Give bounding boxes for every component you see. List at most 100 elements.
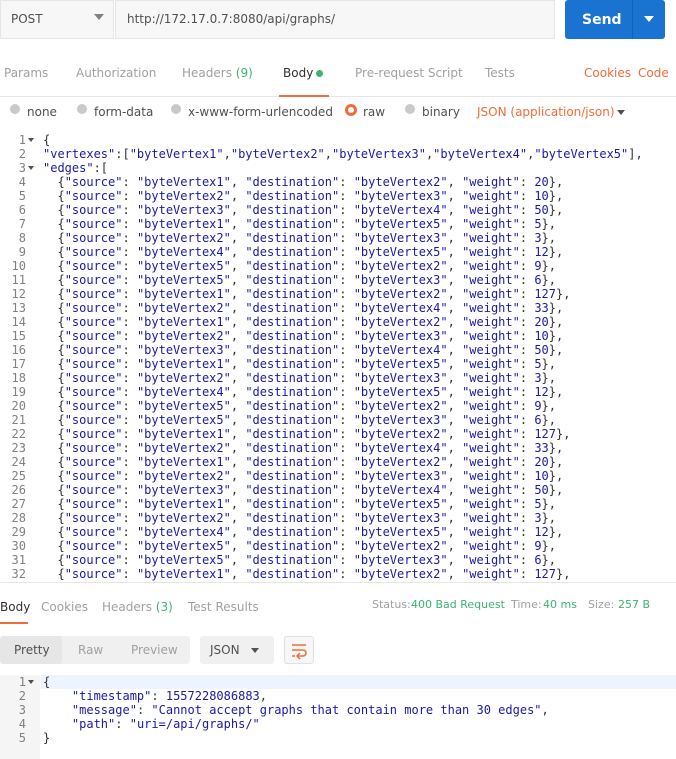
line-number: 6 — [18, 203, 26, 217]
code-line: {"source": "byteVertex3", "destination":… — [43, 203, 564, 217]
tab-tests[interactable]: Tests — [485, 66, 515, 80]
code-line: "vertexes":["byteVertex1","byteVertex2",… — [43, 147, 643, 161]
line-number: 24 — [11, 455, 26, 469]
url-value[interactable]: http://172.17.0.7:8080/api/graphs/ — [127, 12, 335, 26]
line-number: 28 — [11, 511, 26, 525]
code-line: {"source": "byteVertex1", "destination":… — [43, 427, 571, 441]
chevron-down-icon[interactable] — [251, 648, 259, 653]
method-label: POST — [11, 12, 43, 26]
code-line: {"source": "byteVertex1", "destination":… — [43, 315, 564, 329]
chevron-down-icon[interactable] — [94, 14, 104, 20]
raw-button[interactable]: Raw — [78, 643, 103, 657]
pretty-button[interactable]: Pretty — [14, 643, 50, 657]
send-divider — [632, 0, 633, 39]
line-number: 22 — [11, 427, 26, 441]
line-number: 11 — [11, 273, 26, 287]
line-number: 3 — [18, 703, 26, 717]
radio-form-data-label[interactable]: form-data — [94, 105, 153, 119]
radio-none[interactable] — [10, 104, 20, 114]
code-line: {"source": "byteVertex4", "destination":… — [43, 385, 564, 399]
send-options-chevron-icon[interactable] — [644, 16, 654, 22]
code-line: {"source": "byteVertex1", "destination":… — [43, 455, 564, 469]
tab-headers[interactable]: Headers (9) — [182, 66, 253, 80]
code-line: {"source": "byteVertex4", "destination":… — [43, 245, 564, 259]
request-body-editor[interactable]: 1 {2 "vertexes":["byteVertex1","byteVertex… — [0, 133, 676, 581]
code-line: { — [43, 675, 51, 689]
code-line: {"source": "byteVertex3", "destination":… — [43, 483, 564, 497]
preview-button[interactable]: Preview — [131, 643, 178, 657]
code-link[interactable]: Code — [638, 66, 669, 80]
line-number: 3 — [18, 161, 26, 175]
size-value[interactable]: 257 B — [618, 598, 650, 611]
line-number: 26 — [11, 483, 26, 497]
tab-authorization[interactable]: Authorization — [76, 66, 156, 80]
fold-toggle-icon[interactable] — [28, 680, 34, 684]
line-number: 14 — [11, 315, 26, 329]
status-value[interactable]: 400 Bad Request — [411, 598, 505, 611]
code-line: {"source": "byteVertex2", "destination":… — [43, 301, 564, 315]
line-number: 12 — [11, 287, 26, 301]
line-number: 9 — [18, 245, 26, 259]
size-label: Size: — [588, 598, 615, 611]
body-indicator-dot — [316, 70, 323, 77]
content-type-select[interactable]: JSON (application/json) — [477, 105, 615, 119]
radio-raw-label[interactable]: raw — [363, 105, 385, 119]
line-number: 23 — [11, 441, 26, 455]
line-number: 13 — [11, 301, 26, 315]
line-number: 2 — [18, 689, 26, 703]
line-number: 29 — [11, 525, 26, 539]
line-number: 25 — [11, 469, 26, 483]
line-number: 15 — [11, 329, 26, 343]
wrap-lines-button[interactable] — [284, 636, 314, 664]
line-number: 8 — [18, 231, 26, 245]
cookies-link[interactable]: Cookies — [584, 66, 631, 80]
radio-form-data[interactable] — [77, 104, 87, 114]
radio-binary[interactable] — [405, 104, 415, 114]
line-number: 19 — [11, 385, 26, 399]
pane-divider[interactable] — [0, 582, 676, 583]
chevron-down-icon[interactable] — [617, 110, 625, 115]
response-tab-body[interactable]: Body — [0, 600, 30, 614]
fold-toggle-icon[interactable] — [28, 138, 34, 142]
tab-pre-request-script[interactable]: Pre-request Script — [355, 66, 463, 80]
radio-binary-label[interactable]: binary — [422, 105, 460, 119]
headers-count-badge: (9) — [235, 66, 253, 80]
code-line: {"source": "byteVertex2", "destination":… — [43, 441, 564, 455]
code-line: "timestamp": 1557228086883, — [71, 689, 267, 703]
code-line: } — [43, 731, 51, 745]
code-line: {"source": "byteVertex5", "destination":… — [43, 259, 556, 273]
format-label[interactable]: JSON — [210, 643, 240, 657]
line-number: 20 — [11, 399, 26, 413]
line-number: 16 — [11, 343, 26, 357]
line-number: 31 — [11, 553, 26, 567]
code-line: {"source": "byteVertex2", "destination":… — [43, 189, 564, 203]
tab-params[interactable]: Params — [4, 66, 48, 80]
code-line: "message": "Cannot accept graphs that co… — [71, 703, 549, 717]
line-number: 1 — [18, 133, 26, 147]
line-number: 10 — [11, 259, 26, 273]
response-headers-count: (3) — [155, 600, 173, 614]
response-tab-headers[interactable]: Headers (3) — [102, 600, 173, 614]
code-line: {"source": "byteVertex1", "destination":… — [43, 175, 564, 189]
wrap-lines-icon — [292, 644, 307, 660]
code-line: {"source": "byteVertex2", "destination":… — [43, 329, 564, 343]
code-line: {"source": "byteVertex1", "destination":… — [43, 357, 556, 371]
code-line: "path": "uri=/api/graphs/" — [71, 717, 260, 731]
response-tab-cookies[interactable]: Cookies — [41, 600, 88, 614]
time-value[interactable]: 40 ms — [543, 598, 577, 611]
response-tab-headers-label: Headers — [102, 600, 152, 614]
line-number: 18 — [11, 371, 26, 385]
tab-body[interactable]: Body — [283, 66, 313, 80]
radio-urlencoded[interactable] — [171, 104, 181, 114]
send-label[interactable]: Send — [582, 12, 622, 28]
response-body-editor[interactable]: 1 {2 "timestamp": 1557228086883, 3 "messag… — [0, 675, 676, 759]
tabs-divider — [0, 96, 676, 97]
radio-raw[interactable] — [345, 104, 357, 116]
line-number: 5 — [18, 189, 26, 203]
code-line: {"source": "byteVertex2", "destination":… — [43, 371, 556, 385]
code-line: {"source": "byteVertex4", "destination":… — [43, 525, 564, 539]
radio-none-label[interactable]: none — [27, 105, 57, 119]
response-tab-test-results[interactable]: Test Results — [188, 600, 259, 614]
radio-urlencoded-label[interactable]: x-www-form-urlencoded — [188, 105, 333, 119]
fold-toggle-icon[interactable] — [28, 166, 34, 170]
